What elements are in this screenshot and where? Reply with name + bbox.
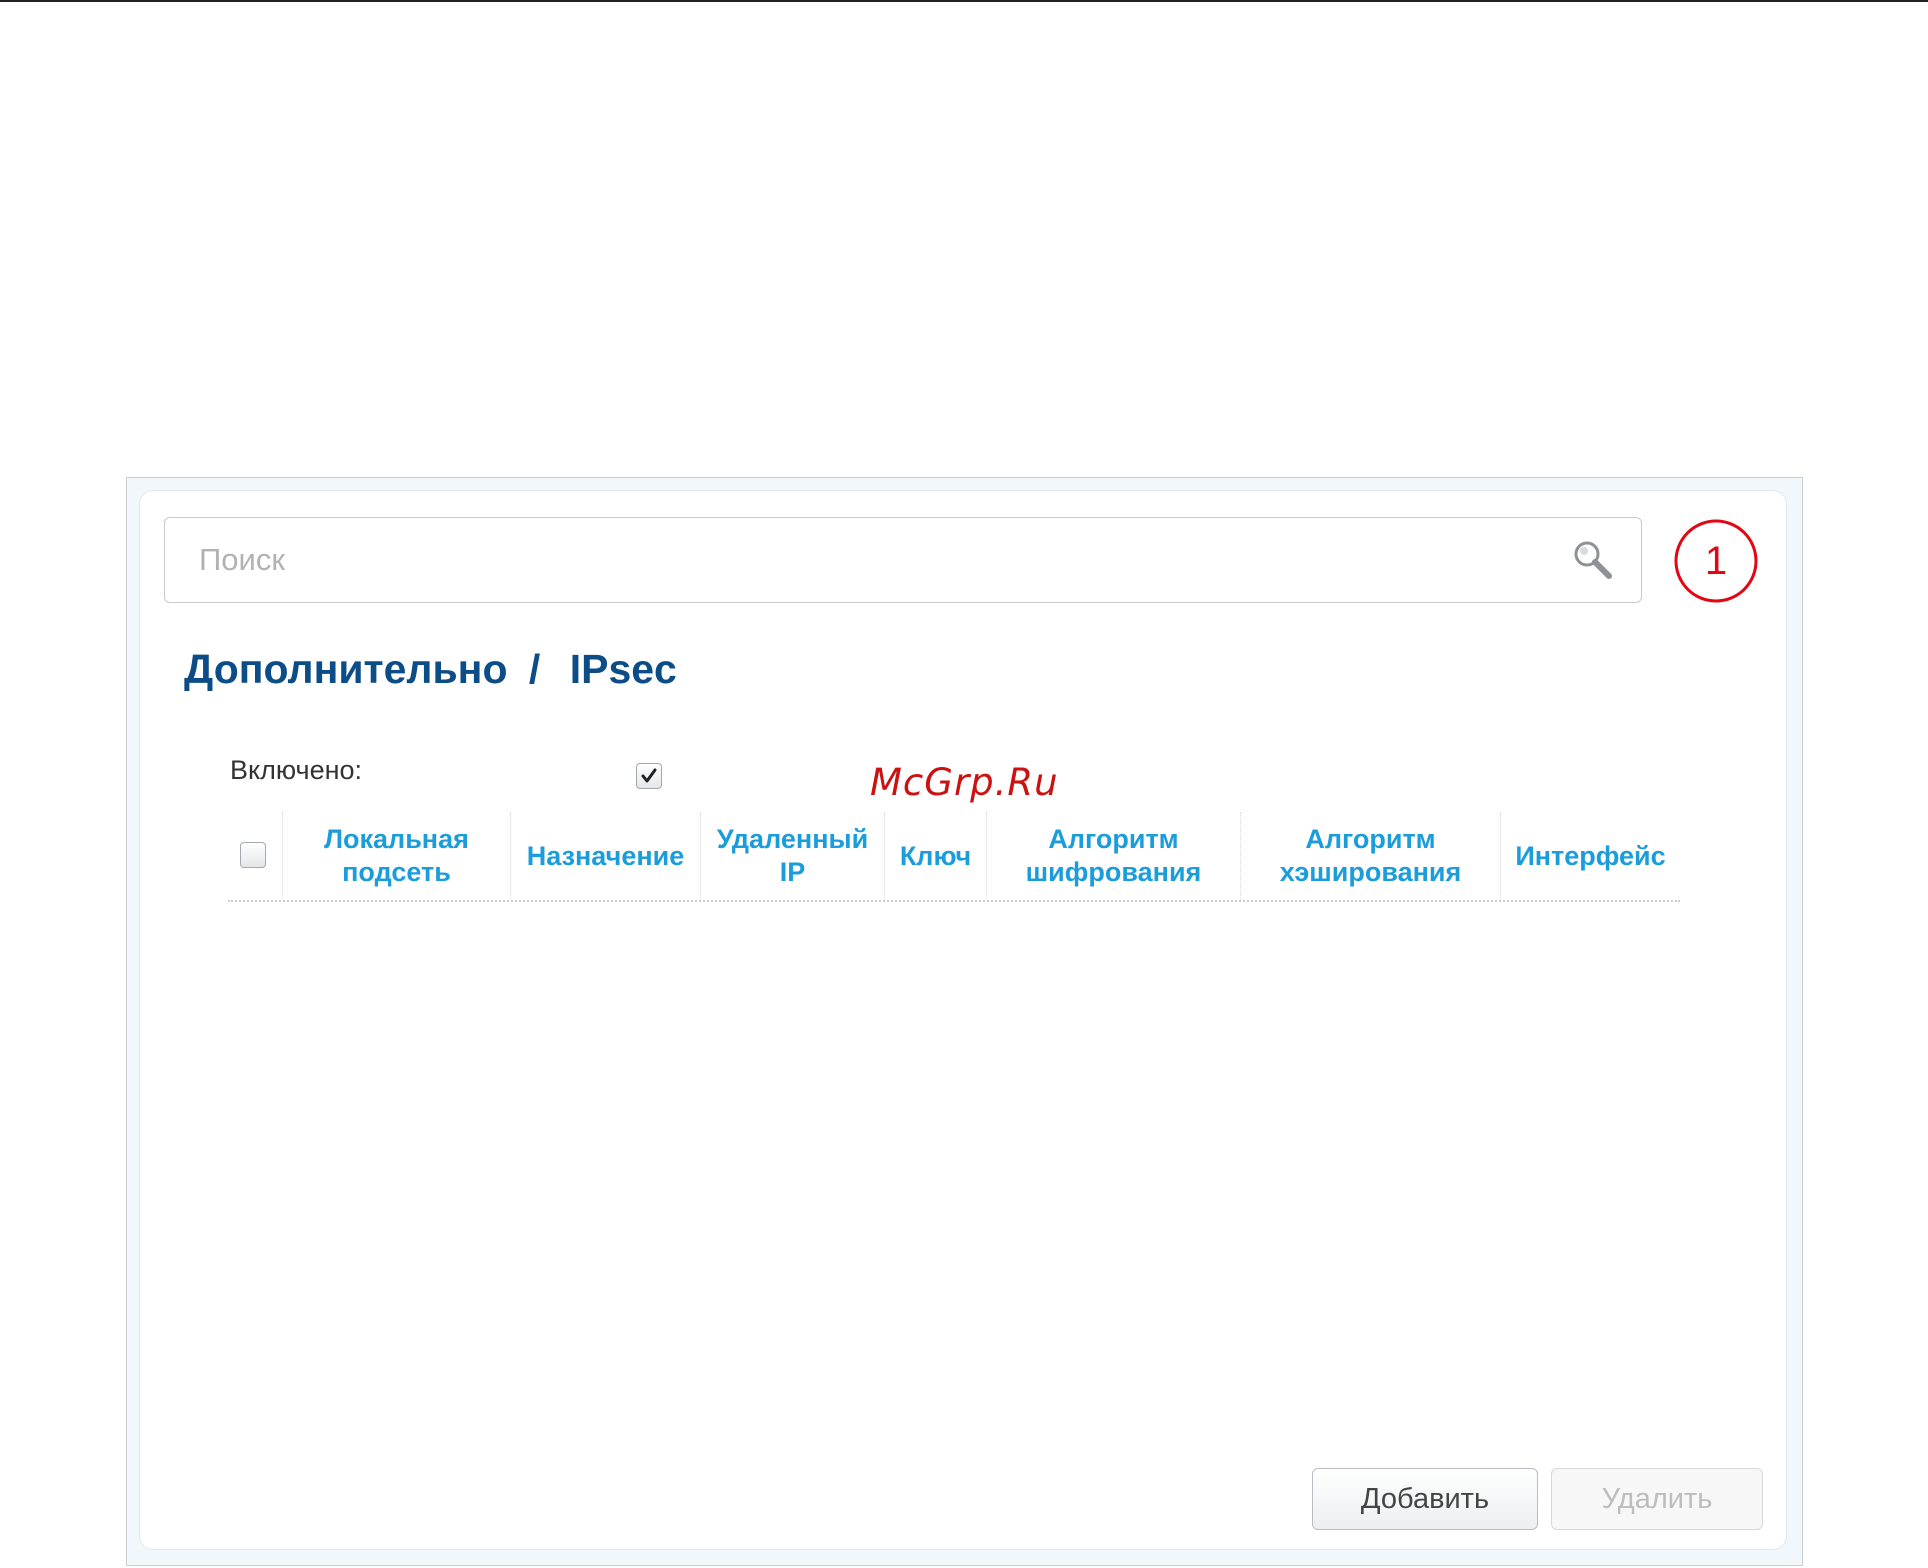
column-header-remote-ip[interactable]: Удаленный IP bbox=[700, 812, 884, 900]
column-header-text: Интерфейс bbox=[1515, 840, 1666, 871]
enabled-label: Включено: bbox=[230, 755, 363, 785]
search-icon[interactable] bbox=[1569, 536, 1617, 584]
delete-button[interactable]: Удалить bbox=[1551, 1468, 1763, 1530]
search-input[interactable] bbox=[199, 538, 1499, 582]
select-all-checkbox[interactable] bbox=[240, 842, 266, 868]
column-header-text: Алгоритм bbox=[1048, 824, 1179, 854]
breadcrumb-separator: / bbox=[528, 646, 541, 692]
column-header-text: Удаленный bbox=[716, 824, 869, 854]
column-header-text: хэширования bbox=[1279, 857, 1462, 887]
select-all-cell bbox=[228, 812, 282, 900]
column-header-text: IP bbox=[779, 857, 806, 887]
column-header-text: Локальная bbox=[324, 824, 469, 854]
add-button[interactable]: Добавить bbox=[1312, 1468, 1538, 1530]
breadcrumb-page: IPsec bbox=[569, 646, 677, 692]
table-header: Локальная подсеть Назначение Удаленный IP … bbox=[228, 812, 1680, 902]
watermark: McGrp.Ru bbox=[870, 761, 1059, 804]
column-header-text: шифрования bbox=[1025, 857, 1202, 887]
column-header-encryption-algorithm[interactable]: Алгоритм шифрования bbox=[986, 812, 1240, 900]
enabled-checkbox[interactable] bbox=[636, 763, 662, 789]
page-title: Дополнительно / IPsec bbox=[184, 646, 677, 693]
breadcrumb-section: Дополнительно bbox=[184, 646, 508, 692]
column-header-hash-algorithm[interactable]: Алгоритм хэширования bbox=[1240, 812, 1500, 900]
column-header-text: Ключ bbox=[899, 840, 972, 871]
column-header-local-subnet[interactable]: Локальная подсеть bbox=[282, 812, 510, 900]
checkmark-icon bbox=[641, 768, 657, 783]
callout-number: 1 bbox=[1704, 539, 1728, 583]
column-header-interface[interactable]: Интерфейс bbox=[1500, 812, 1680, 900]
column-header-text: Алгоритм bbox=[1305, 824, 1436, 854]
column-header-text: Назначение bbox=[526, 840, 685, 871]
column-header-destination[interactable]: Назначение bbox=[510, 812, 700, 900]
search-bar[interactable] bbox=[164, 517, 1642, 603]
column-header-key[interactable]: Ключ bbox=[884, 812, 986, 900]
top-rule bbox=[0, 0, 1928, 2]
column-header-text: подсеть bbox=[342, 857, 451, 887]
callout-marker: 1 bbox=[1671, 517, 1761, 605]
